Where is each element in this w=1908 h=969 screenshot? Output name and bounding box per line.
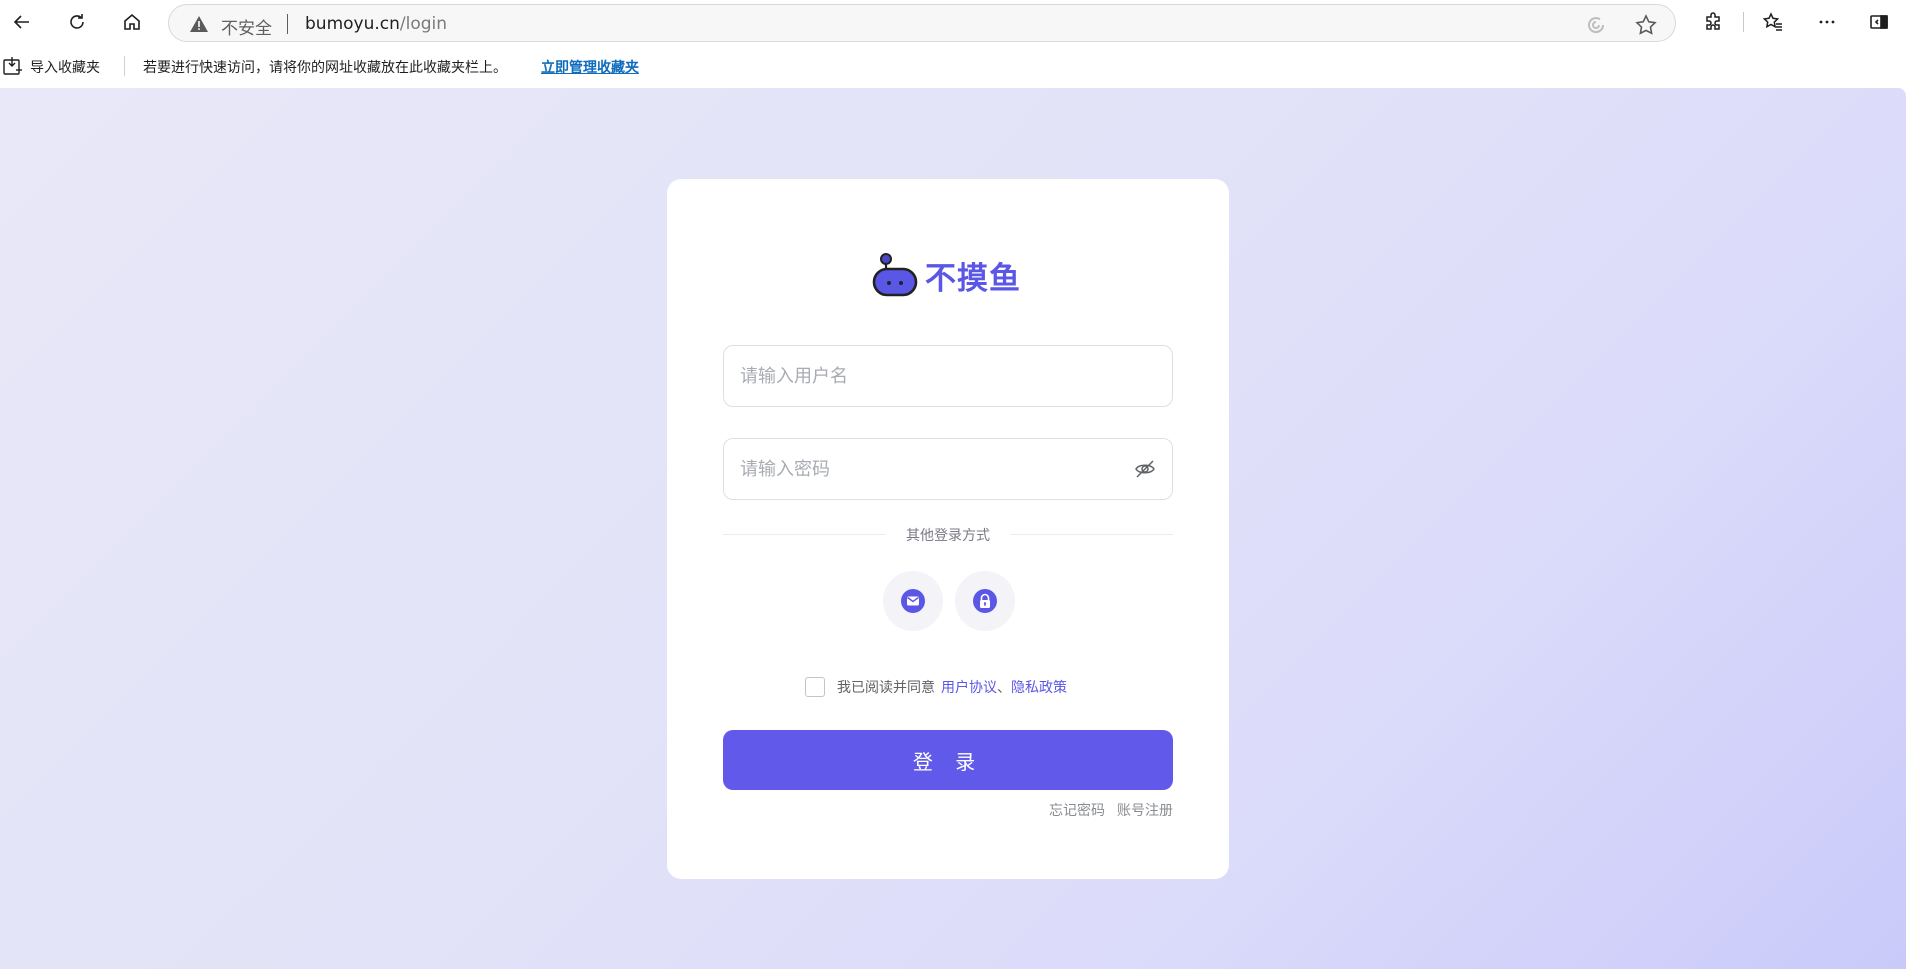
username-input[interactable] <box>740 346 1120 406</box>
bookmarks-separator <box>124 56 125 76</box>
manage-favorites-link[interactable]: 立即管理收藏夹 <box>541 57 639 77</box>
brand-logo-icon <box>872 253 918 297</box>
import-favorites-icon[interactable] <box>2 56 24 78</box>
mail-icon <box>901 589 925 613</box>
eye-hidden-icon[interactable] <box>1134 458 1156 480</box>
bookmarks-hint: 若要进行快速访问，请将你的网址收藏放在此收藏夹栏上。 <box>143 60 507 76</box>
extensions-icon[interactable] <box>1697 6 1729 38</box>
user-agreement-link[interactable]: 用户协议 <box>941 677 997 697</box>
agree-text: 我已阅读并同意 <box>837 680 935 696</box>
refresh-icon[interactable] <box>61 6 93 38</box>
url-path: /login <box>399 14 448 34</box>
back-icon[interactable] <box>6 6 38 38</box>
bookmarks-bar: 导入收藏夹 若要进行快速访问，请将你的网址收藏放在此收藏夹栏上。 立即管理收藏夹 <box>0 44 1908 88</box>
browser-toolbar: 不安全 bumoyu.cn/login <box>0 0 1908 44</box>
register-link[interactable]: 账号注册 <box>1117 800 1173 820</box>
brand-name: 不摸鱼 <box>925 260 1021 297</box>
address-separator <box>287 14 288 34</box>
url-host: bumoyu.cn <box>305 14 400 34</box>
agree-checkbox[interactable] <box>805 677 825 697</box>
lock-icon <box>973 589 997 613</box>
url-text[interactable]: bumoyu.cn/login <box>305 14 447 34</box>
secure-login-button[interactable] <box>955 571 1015 631</box>
home-icon[interactable] <box>116 6 148 38</box>
toolbar-divider <box>1743 12 1744 32</box>
agreement-row: 我已阅读并同意 用户协议 、 隐私政策 <box>805 674 1067 700</box>
divider-line-left <box>723 534 886 535</box>
footer-links: 忘记密码 账号注册 <box>1049 800 1173 820</box>
login-button[interactable]: 登 录 <box>723 730 1173 790</box>
edge-refresh-icon[interactable] <box>1585 14 1607 36</box>
password-field[interactable] <box>723 438 1173 500</box>
other-methods-divider: 其他登录方式 <box>723 524 1173 544</box>
security-label[interactable]: 不安全 <box>221 14 272 39</box>
username-field[interactable] <box>723 345 1173 407</box>
import-favorites-button[interactable]: 导入收藏夹 <box>30 57 100 77</box>
sidebar-icon[interactable] <box>1863 6 1895 38</box>
divider-line-right <box>1010 534 1173 535</box>
favorites-icon[interactable] <box>1757 6 1789 38</box>
login-card: 不摸鱼 其他登录方式 <box>667 179 1229 879</box>
privacy-policy-link[interactable]: 隐私政策 <box>1011 677 1067 697</box>
more-icon[interactable] <box>1811 6 1843 38</box>
agreement-separator: 、 <box>997 680 1011 696</box>
forgot-password-link[interactable]: 忘记密码 <box>1049 800 1105 820</box>
brand: 不摸鱼 <box>871 251 1021 299</box>
favorite-star-icon[interactable] <box>1635 14 1657 36</box>
page-background: 不摸鱼 其他登录方式 <box>0 88 1906 969</box>
password-input[interactable] <box>740 439 1120 499</box>
address-bar[interactable]: 不安全 bumoyu.cn/login <box>168 4 1676 42</box>
warning-icon[interactable] <box>189 14 209 34</box>
other-methods-label: 其他登录方式 <box>906 528 990 544</box>
email-login-button[interactable] <box>883 571 943 631</box>
